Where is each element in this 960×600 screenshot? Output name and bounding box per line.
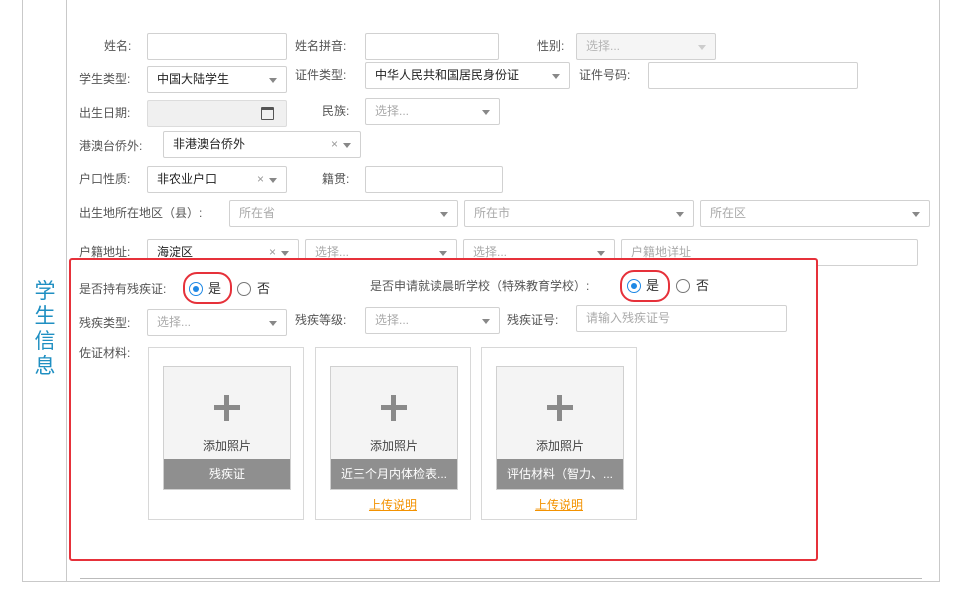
upload-instructions-link[interactable]: 上传说明 [316, 496, 470, 513]
ethnic-select[interactable]: 选择... [365, 98, 500, 125]
section-title-char: 息 [34, 355, 56, 378]
annotation-circle [183, 272, 232, 304]
birth-province-value: 所在省 [239, 206, 276, 220]
birth-province-select[interactable]: 所在省 [229, 200, 458, 227]
chevron-down-icon [552, 74, 560, 79]
chevron-down-icon [482, 319, 490, 324]
section-title-char: 信 [34, 330, 56, 353]
id-number-input[interactable] [648, 62, 858, 89]
disability-type-value: 选择... [157, 315, 192, 329]
clear-icon[interactable]: × [257, 167, 264, 192]
birthplace-label: 出生地所在地区（县）: [79, 206, 203, 220]
native-label: 籍贯: [322, 172, 350, 186]
upload-card-medical-report: 添加照片 近三个月内体检表... 上传说明 [315, 347, 471, 520]
upload-caption: 评估材料（智力、... [497, 459, 623, 489]
id-type-value: 中华人民共和国居民身份证 [375, 68, 520, 82]
has-cert-label: 是否持有残疾证: [79, 282, 167, 296]
chevron-down-icon [597, 251, 605, 256]
chevron-down-icon [698, 45, 706, 50]
upload-card-disability-cert: 添加照片 残疾证 [148, 347, 304, 520]
chevron-down-icon [482, 110, 490, 115]
upload-caption: 近三个月内体检表... [331, 459, 457, 489]
has-cert-no-radio[interactable] [237, 282, 251, 296]
cert-number-label: 残疾证号: [507, 313, 559, 327]
chevron-down-icon [912, 212, 920, 217]
disability-type-label: 残疾类型: [79, 316, 131, 330]
section-title-char: 学 [34, 280, 56, 303]
annotation-circle [620, 270, 670, 302]
ethnic-select-value: 选择... [375, 104, 410, 118]
section-title: 学 生 信 息 [28, 279, 62, 379]
student-type-select[interactable]: 中国大陆学生 [147, 66, 287, 93]
disability-type-select[interactable]: 选择... [147, 309, 287, 336]
id-number-label: 证件号码: [579, 68, 631, 82]
materials-label: 佐证材料: [79, 346, 131, 360]
hukou-district-value: 海淀区 [157, 245, 194, 259]
plus-icon [214, 395, 240, 421]
disability-level-value: 选择... [375, 313, 410, 327]
hukou-type-label: 户口性质: [79, 172, 131, 186]
gender-select-value: 选择... [586, 39, 621, 53]
special-school-no-radio[interactable] [676, 279, 690, 293]
gender-select[interactable]: 选择... [576, 33, 716, 60]
birth-district-value: 所在区 [710, 206, 747, 220]
chevron-down-icon [676, 212, 684, 217]
native-input[interactable] [365, 166, 503, 193]
birth-city-select[interactable]: 所在市 [464, 200, 694, 227]
calendar-icon[interactable] [261, 107, 274, 120]
hukou-select-2-value: 选择... [473, 245, 508, 259]
hukou-detail-placeholder: 户籍地详址 [631, 245, 692, 259]
birth-label: 出生日期: [79, 106, 131, 120]
upload-dropzone[interactable]: 添加照片 评估材料（智力、... [496, 366, 624, 490]
upload-card-assessment: 添加照片 评估材料（智力、... 上传说明 [481, 347, 637, 520]
birth-district-select[interactable]: 所在区 [700, 200, 930, 227]
chevron-down-icon [269, 321, 277, 326]
hk-select-value: 非港澳台侨外 [173, 137, 246, 151]
hukou-type-select[interactable]: 非农业户口 × [147, 166, 287, 193]
hukou-select-1-value: 选择... [315, 245, 350, 259]
ethnic-label: 民族: [322, 104, 350, 118]
add-photo-label: 添加照片 [535, 439, 584, 453]
special-school-no-label: 否 [696, 278, 710, 293]
name-input[interactable] [147, 33, 287, 60]
has-cert-no-label: 否 [257, 281, 271, 296]
upload-instructions-link[interactable]: 上传说明 [482, 496, 636, 513]
student-type-label: 学生类型: [79, 72, 131, 86]
hukou-type-value: 非农业户口 [157, 172, 218, 186]
upload-dropzone[interactable]: 添加照片 残疾证 [163, 366, 291, 490]
upload-caption: 残疾证 [164, 459, 290, 489]
cert-number-placeholder: 请输入残疾证号 [586, 311, 671, 325]
chevron-down-icon [281, 251, 289, 256]
chevron-down-icon [343, 143, 351, 148]
hk-select[interactable]: 非港澳台侨外 × [163, 131, 361, 158]
cert-number-input[interactable]: 请输入残疾证号 [576, 305, 787, 332]
chevron-down-icon [439, 251, 447, 256]
chevron-down-icon [269, 178, 277, 183]
birth-city-value: 所在市 [474, 206, 511, 220]
add-photo-label: 添加照片 [369, 439, 418, 453]
student-type-value: 中国大陆学生 [157, 72, 230, 86]
name-label: 姓名: [104, 39, 132, 53]
plus-icon [547, 395, 573, 421]
id-type-label: 证件类型: [295, 68, 347, 82]
chevron-down-icon [440, 212, 448, 217]
section-title-char: 生 [34, 305, 56, 328]
special-school-label: 是否申请就读晨昕学校（特殊教育学校）: [370, 279, 590, 293]
disability-level-select[interactable]: 选择... [365, 307, 500, 334]
hk-label: 港澳台侨外: [79, 139, 143, 153]
id-type-select[interactable]: 中华人民共和国居民身份证 [365, 62, 570, 89]
add-photo-label: 添加照片 [202, 439, 251, 453]
birth-date-input[interactable] [147, 100, 287, 127]
pinyin-label: 姓名拼音: [295, 39, 347, 53]
gender-label: 性别: [537, 39, 565, 53]
plus-icon [381, 395, 407, 421]
section-divider [80, 578, 922, 579]
disability-level-label: 残疾等级: [295, 313, 347, 327]
pinyin-input[interactable] [365, 33, 499, 60]
chevron-down-icon [269, 78, 277, 83]
upload-dropzone[interactable]: 添加照片 近三个月内体检表... [330, 366, 458, 490]
clear-icon[interactable]: × [331, 132, 338, 157]
